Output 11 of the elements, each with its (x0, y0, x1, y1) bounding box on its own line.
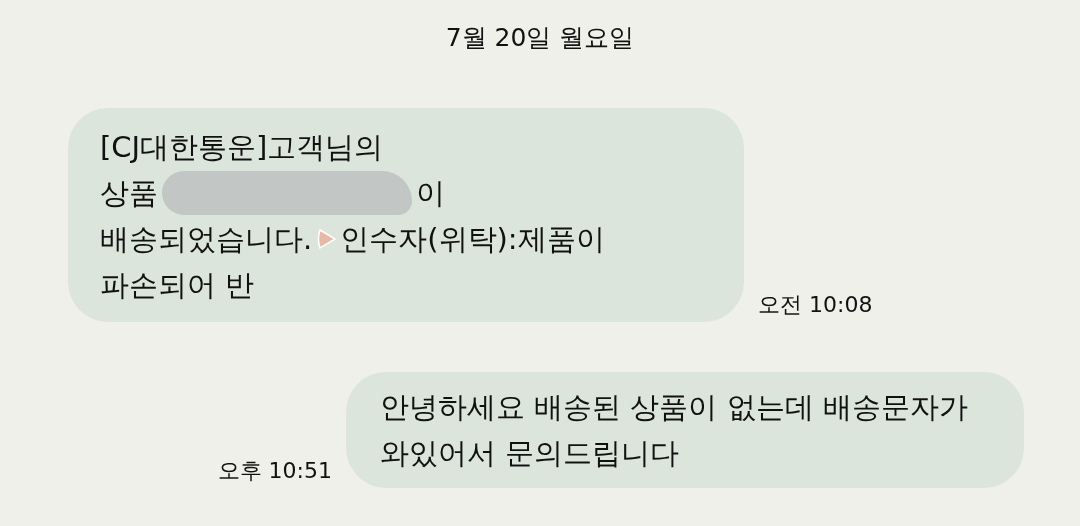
message-text: 배송되었습니다. (100, 221, 313, 258)
message-text: 이 (416, 175, 445, 212)
message-text: 상품 (100, 175, 158, 212)
message-time: 오전 10:08 (758, 291, 873, 319)
message-text: 와있어서 문의드립니다 (380, 435, 680, 472)
message-text: 안녕하세요 배송된 상품이 없는데 배송문자가 (380, 389, 968, 426)
date-divider: 7월 20일 월요일 (444, 22, 636, 54)
message-text: 인수자(위탁):제품이 (340, 221, 605, 258)
message-text: 파손되어 반 (100, 267, 255, 304)
message-text: [CJ대한통운]고객님의 (100, 129, 384, 166)
message-time: 오후 10:51 (217, 457, 332, 485)
